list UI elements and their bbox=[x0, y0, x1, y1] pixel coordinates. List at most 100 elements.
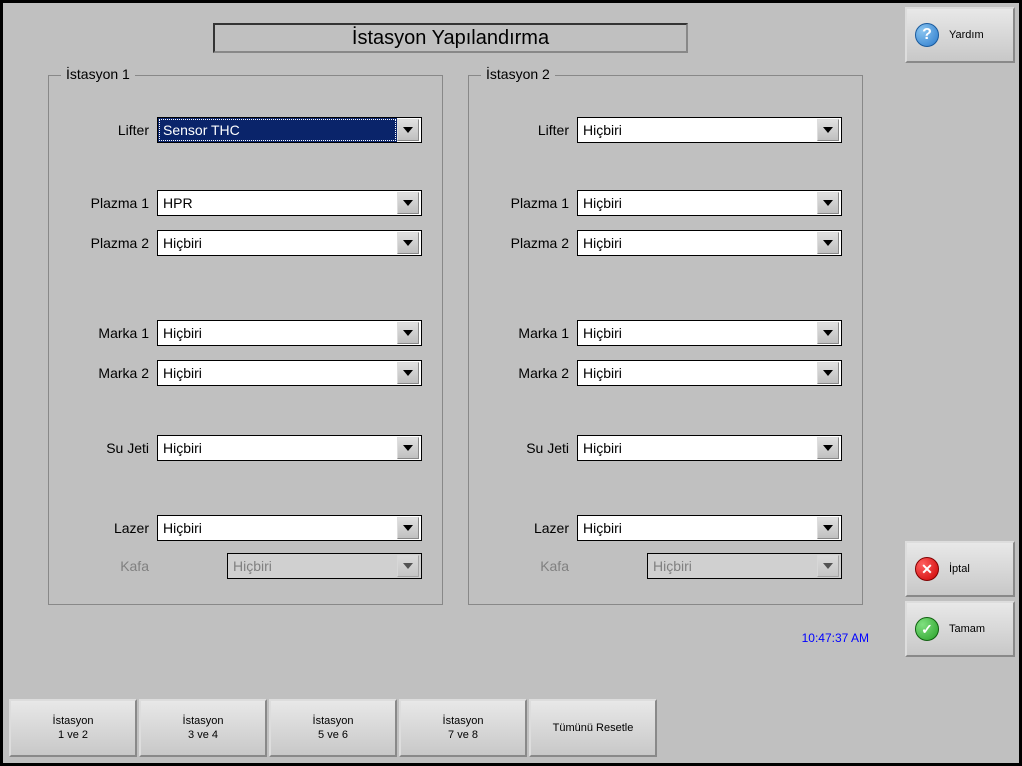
tab-line1: İstasyon bbox=[53, 714, 94, 728]
cancel-label: İptal bbox=[949, 563, 970, 575]
station2-marka2-value: Hiçbiri bbox=[578, 361, 817, 385]
station1-plazma1-row: Plazma 1 HPR bbox=[49, 189, 442, 217]
close-icon: ✕ bbox=[915, 557, 939, 581]
station1-lifter-row: Lifter Sensor THC bbox=[49, 116, 442, 144]
chevron-down-icon bbox=[817, 437, 839, 459]
chevron-down-icon bbox=[817, 119, 839, 141]
station1-plazma2-row: Plazma 2 Hiçbiri bbox=[49, 229, 442, 257]
tab-station-1-2[interactable]: İstasyon 1 ve 2 bbox=[9, 699, 137, 757]
station1-sujeti-row: Su Jeti Hiçbiri bbox=[49, 434, 442, 462]
tab-station-7-8[interactable]: İstasyon 7 ve 8 bbox=[399, 699, 527, 757]
chevron-down-icon bbox=[817, 322, 839, 344]
help-icon: ? bbox=[915, 23, 939, 47]
station2-sujeti-value: Hiçbiri bbox=[578, 436, 817, 460]
chevron-down-icon bbox=[397, 232, 419, 254]
ok-button[interactable]: ✓ Tamam bbox=[905, 601, 1015, 657]
page-title-text: İstasyon Yapılandırma bbox=[352, 27, 549, 50]
station2-plazma2-value: Hiçbiri bbox=[578, 231, 817, 255]
chevron-down-icon bbox=[397, 362, 419, 384]
station1-plazma1-value: HPR bbox=[158, 191, 397, 215]
station2-sujeti-row: Su Jeti Hiçbiri bbox=[469, 434, 862, 462]
tab-reset-all[interactable]: Tümünü Resetle bbox=[529, 699, 657, 757]
station2-lazer-value: Hiçbiri bbox=[578, 516, 817, 540]
station1-marka1-value: Hiçbiri bbox=[158, 321, 397, 345]
tab-line2: 7 ve 8 bbox=[448, 728, 478, 742]
station2-lazer-combo[interactable]: Hiçbiri bbox=[577, 515, 842, 541]
station2-lifter-label: Lifter bbox=[469, 122, 577, 138]
station2-lazer-label: Lazer bbox=[469, 520, 577, 536]
tab-line1: İstasyon bbox=[183, 714, 224, 728]
station2-fieldset: İstasyon 2 Lifter Hiçbiri Plazma 1 Hiçbi… bbox=[468, 75, 863, 605]
station2-marka1-label: Marka 1 bbox=[469, 325, 577, 341]
station2-plazma2-label: Plazma 2 bbox=[469, 235, 577, 251]
station2-plazma1-label: Plazma 1 bbox=[469, 195, 577, 211]
station2-marka2-label: Marka 2 bbox=[469, 365, 577, 381]
help-button[interactable]: ? Yardım bbox=[905, 7, 1015, 63]
station1-plazma2-combo[interactable]: Hiçbiri bbox=[157, 230, 422, 256]
station1-lazer-label: Lazer bbox=[49, 520, 157, 536]
chevron-down-icon bbox=[817, 232, 839, 254]
chevron-down-icon bbox=[397, 517, 419, 539]
tab-line2: 5 ve 6 bbox=[318, 728, 348, 742]
chevron-down-icon bbox=[397, 119, 419, 141]
station1-lazer-combo[interactable]: Hiçbiri bbox=[157, 515, 422, 541]
tab-line1: İstasyon bbox=[313, 714, 354, 728]
cancel-button[interactable]: ✕ İptal bbox=[905, 541, 1015, 597]
station1-lifter-label: Lifter bbox=[49, 122, 157, 138]
tab-station-5-6[interactable]: İstasyon 5 ve 6 bbox=[269, 699, 397, 757]
chevron-down-icon bbox=[397, 555, 419, 577]
station1-marka2-combo[interactable]: Hiçbiri bbox=[157, 360, 422, 386]
help-label: Yardım bbox=[949, 29, 984, 41]
station2-marka1-combo[interactable]: Hiçbiri bbox=[577, 320, 842, 346]
ok-label: Tamam bbox=[949, 623, 985, 635]
station2-marka1-row: Marka 1 Hiçbiri bbox=[469, 319, 862, 347]
timestamp: 10:47:37 AM bbox=[802, 631, 869, 645]
station1-marka2-value: Hiçbiri bbox=[158, 361, 397, 385]
chevron-down-icon bbox=[817, 517, 839, 539]
station1-marka2-row: Marka 2 Hiçbiri bbox=[49, 359, 442, 387]
station1-marka1-label: Marka 1 bbox=[49, 325, 157, 341]
chevron-down-icon bbox=[817, 555, 839, 577]
station2-lazer-row: Lazer Hiçbiri bbox=[469, 514, 862, 542]
station1-lifter-combo[interactable]: Sensor THC bbox=[157, 117, 422, 143]
station2-lifter-combo[interactable]: Hiçbiri bbox=[577, 117, 842, 143]
station1-lazer-row: Lazer Hiçbiri bbox=[49, 514, 442, 542]
tab-line1: İstasyon bbox=[443, 714, 484, 728]
station1-kafa-row: Kafa Hiçbiri bbox=[49, 552, 442, 580]
station1-sujeti-combo[interactable]: Hiçbiri bbox=[157, 435, 422, 461]
station2-legend: İstasyon 2 bbox=[481, 66, 555, 82]
station1-kafa-combo: Hiçbiri bbox=[227, 553, 422, 579]
page-title: İstasyon Yapılandırma bbox=[213, 23, 688, 53]
station2-sujeti-combo[interactable]: Hiçbiri bbox=[577, 435, 842, 461]
station1-lazer-value: Hiçbiri bbox=[158, 516, 397, 540]
chevron-down-icon bbox=[817, 192, 839, 214]
tab-line2: 1 ve 2 bbox=[58, 728, 88, 742]
chevron-down-icon bbox=[397, 437, 419, 459]
tab-line2: 3 ve 4 bbox=[188, 728, 218, 742]
station2-plazma2-combo[interactable]: Hiçbiri bbox=[577, 230, 842, 256]
station1-plazma2-label: Plazma 2 bbox=[49, 235, 157, 251]
station1-lifter-value: Sensor THC bbox=[158, 118, 397, 142]
chevron-down-icon bbox=[397, 322, 419, 344]
station1-marka1-row: Marka 1 Hiçbiri bbox=[49, 319, 442, 347]
station2-plazma1-row: Plazma 1 Hiçbiri bbox=[469, 189, 862, 217]
tab-station-3-4[interactable]: İstasyon 3 ve 4 bbox=[139, 699, 267, 757]
station1-plazma2-value: Hiçbiri bbox=[158, 231, 397, 255]
station2-kafa-label: Kafa bbox=[469, 558, 577, 574]
bottom-tabs: İstasyon 1 ve 2 İstasyon 3 ve 4 İstasyon… bbox=[9, 699, 657, 757]
station2-marka1-value: Hiçbiri bbox=[578, 321, 817, 345]
station2-marka2-combo[interactable]: Hiçbiri bbox=[577, 360, 842, 386]
station1-legend: İstasyon 1 bbox=[61, 66, 135, 82]
station1-marka1-combo[interactable]: Hiçbiri bbox=[157, 320, 422, 346]
chevron-down-icon bbox=[817, 362, 839, 384]
tab-label: Tümünü Resetle bbox=[553, 721, 634, 735]
station2-kafa-row: Kafa Hiçbiri bbox=[469, 552, 862, 580]
station1-fieldset: İstasyon 1 Lifter Sensor THC Plazma 1 HP… bbox=[48, 75, 443, 605]
station1-marka2-label: Marka 2 bbox=[49, 365, 157, 381]
station1-kafa-value: Hiçbiri bbox=[228, 554, 397, 578]
station2-plazma1-combo[interactable]: Hiçbiri bbox=[577, 190, 842, 216]
station1-plazma1-combo[interactable]: HPR bbox=[157, 190, 422, 216]
station2-kafa-value: Hiçbiri bbox=[648, 554, 817, 578]
station1-plazma1-label: Plazma 1 bbox=[49, 195, 157, 211]
station1-sujeti-value: Hiçbiri bbox=[158, 436, 397, 460]
